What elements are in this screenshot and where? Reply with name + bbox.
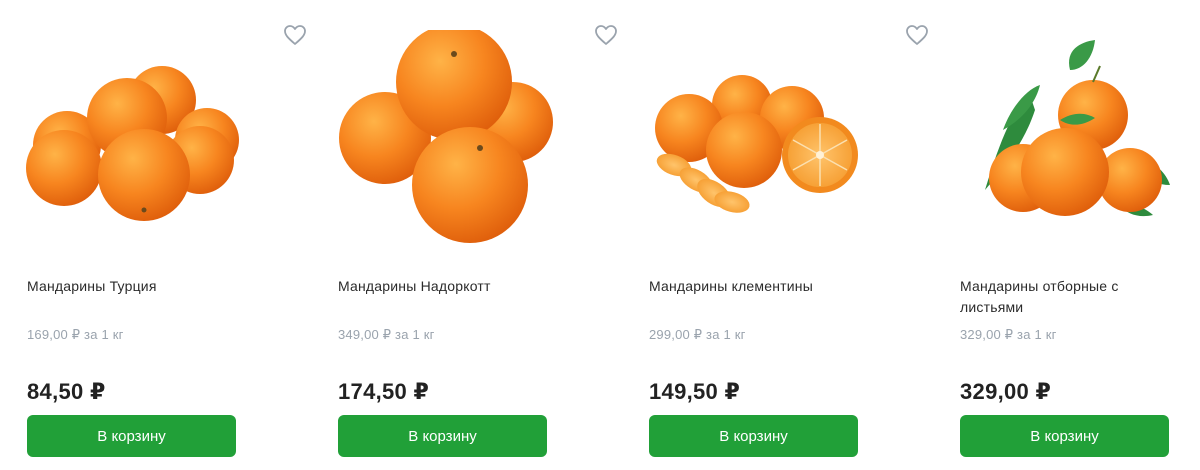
unit-price: 349,00 ₽ за 1 кг (338, 327, 435, 342)
heart-outline-icon (906, 25, 928, 45)
favorite-button[interactable] (594, 24, 618, 46)
product-price: 174,50 ₽ (338, 379, 430, 404)
product-price: 149,50 ₽ (649, 379, 741, 404)
favorite-button[interactable] (283, 24, 307, 46)
product-card[interactable]: Мандарины клементины 299,00 ₽ за 1 кг 14… (622, 0, 928, 470)
add-to-cart-button[interactable]: В корзину (27, 415, 236, 457)
product-name[interactable]: Мандарины клементины (649, 276, 859, 297)
product-card[interactable]: Мандарины Надоркотт 349,00 ₽ за 1 кг 174… (311, 0, 617, 470)
product-price: 84,50 ₽ (27, 379, 106, 404)
product-name[interactable]: Мандарины Турция (27, 276, 237, 297)
product-image[interactable] (333, 30, 563, 245)
product-card[interactable]: Мандарины отборные с листьями 329,00 ₽ з… (933, 0, 1200, 470)
unit-price: 329,00 ₽ за 1 кг (960, 327, 1057, 342)
product-name[interactable]: Мандарины Надоркотт (338, 276, 548, 297)
heart-outline-icon (595, 25, 617, 45)
heart-outline-icon (284, 25, 306, 45)
product-image[interactable] (955, 30, 1185, 245)
product-name[interactable]: Мандарины отборные с листьями (960, 276, 1170, 318)
favorite-button[interactable] (905, 24, 929, 46)
unit-price: 299,00 ₽ за 1 кг (649, 327, 746, 342)
product-grid: Мандарины Турция 169,00 ₽ за 1 кг 84,50 … (0, 0, 1200, 470)
product-price: 329,00 ₽ (960, 379, 1052, 404)
add-to-cart-button[interactable]: В корзину (960, 415, 1169, 457)
add-to-cart-button[interactable]: В корзину (338, 415, 547, 457)
product-image[interactable] (644, 30, 874, 245)
product-image[interactable] (22, 30, 252, 245)
product-card[interactable]: Мандарины Турция 169,00 ₽ за 1 кг 84,50 … (0, 0, 306, 470)
add-to-cart-button[interactable]: В корзину (649, 415, 858, 457)
unit-price: 169,00 ₽ за 1 кг (27, 327, 124, 342)
